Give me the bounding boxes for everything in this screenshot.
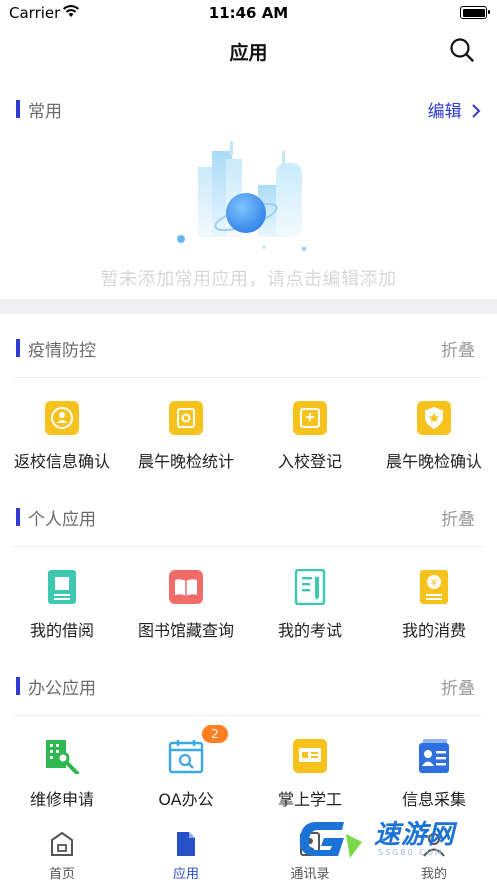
app-label: 我的消费 (401, 621, 466, 640)
empty-city-illustration (177, 141, 307, 252)
section-title: 办公应用 (28, 679, 96, 699)
app-label: OA办公 (158, 790, 214, 809)
section-marker (16, 508, 20, 526)
book-borrow-icon (48, 570, 76, 604)
app-check-confirm[interactable]: 晨午晚检确认 (372, 380, 496, 480)
collapse-button[interactable]: 折叠 (441, 505, 475, 530)
app-my-exam[interactable]: 我的考试 (248, 549, 372, 649)
app-return-school-confirm[interactable]: 返校信息确认 (0, 380, 124, 480)
info-collect-icon (419, 739, 449, 773)
edit-button[interactable]: 编辑 (428, 97, 481, 122)
notification-badge: 2 (202, 725, 228, 743)
apps-document-icon (177, 832, 195, 856)
app-grid-office: 维修申请 2 OA办公 掌上学工 信息采集 (0, 718, 497, 818)
section-header-office: 办公应用 折叠 (0, 671, 497, 701)
section-marker (16, 677, 20, 695)
section-header-epidemic: 疫情防控 折叠 (0, 333, 497, 363)
section-separator (0, 299, 497, 314)
check-statistics-icon (169, 401, 203, 435)
status-bar: Carrier 11:46 AM (0, 0, 497, 28)
app-grid-epidemic: 返校信息确认 晨午晚检统计 入校登记 晨午晚检确认 (0, 380, 497, 480)
section-marker (16, 339, 20, 357)
app-label: 晨午晚检统计 (137, 452, 234, 471)
school-entry-register-icon (293, 401, 327, 435)
collapse-button[interactable]: 折叠 (441, 674, 475, 699)
app-student-work[interactable]: 掌上学工 (248, 718, 372, 818)
tab-label: 应用 (172, 867, 199, 882)
favorites-title: 常用 (28, 102, 62, 122)
battery-icon (460, 6, 490, 19)
divider (14, 377, 483, 378)
collapse-button[interactable]: 折叠 (441, 336, 475, 361)
watermark-subtext: SSG80.COM (378, 848, 444, 857)
watermark-logo: 速游网 SSG80.COM (292, 812, 488, 870)
favorites-header: 常用 编辑 (0, 94, 497, 124)
tab-label: 首页 (48, 867, 75, 882)
section-header-personal: 个人应用 折叠 (0, 502, 497, 532)
watermark-text: 速游网 (374, 820, 456, 850)
consumption-icon: ¥ (420, 570, 448, 604)
search-icon[interactable] (449, 37, 475, 63)
section-marker (16, 100, 20, 118)
app-info-collect[interactable]: 信息采集 (372, 718, 496, 818)
app-label: 信息采集 (401, 790, 466, 809)
app-repair-request[interactable]: 维修申请 (0, 718, 124, 818)
library-search-icon (169, 570, 203, 604)
exam-icon (294, 569, 326, 605)
edit-label: 编辑 (427, 102, 462, 122)
app-oa-office[interactable]: 2 OA办公 (124, 718, 248, 818)
divider (14, 715, 483, 716)
home-icon (51, 831, 73, 856)
nav-bar: 应用 (0, 28, 497, 74)
app-my-consumption[interactable]: ¥ 我的消费 (372, 549, 496, 649)
svg-text:¥: ¥ (431, 578, 437, 589)
app-library-search[interactable]: 图书馆藏查询 (124, 549, 248, 649)
app-label: 图书馆藏查询 (137, 621, 234, 640)
chevron-right-icon (472, 104, 481, 118)
app-label: 返校信息确认 (13, 452, 110, 471)
page-title: 应用 (229, 42, 268, 64)
empty-favorites-text: 暂未添加常用应用，请点击编辑添加 (100, 269, 397, 290)
app-label: 维修申请 (29, 790, 94, 809)
app-label: 我的借阅 (29, 621, 94, 640)
tab-apps[interactable]: 应用 (124, 826, 248, 883)
app-grid-personal: 我的借阅 图书馆藏查询 我的考试 ¥ 我的消费 (0, 549, 497, 649)
app-label: 掌上学工 (277, 790, 342, 809)
section-title: 疫情防控 (28, 341, 96, 361)
status-time: 11:46 AM (208, 4, 289, 22)
divider (14, 546, 483, 547)
app-label: 晨午晚检确认 (385, 452, 482, 471)
watermark-g-logo (299, 822, 362, 858)
app-label: 我的考试 (277, 621, 342, 640)
app-label: 入校登记 (277, 452, 342, 471)
section-title: 个人应用 (28, 510, 96, 530)
tab-home[interactable]: 首页 (0, 826, 124, 883)
check-confirm-shield-icon (417, 401, 451, 435)
repair-request-icon (46, 740, 79, 774)
return-school-confirm-icon (45, 401, 79, 435)
student-work-icon (293, 739, 327, 773)
oa-calendar-icon (168, 740, 204, 774)
app-my-borrowing[interactable]: 我的借阅 (0, 549, 124, 649)
app-check-statistics[interactable]: 晨午晚检统计 (124, 380, 248, 480)
app-school-entry-register[interactable]: 入校登记 (248, 380, 372, 480)
